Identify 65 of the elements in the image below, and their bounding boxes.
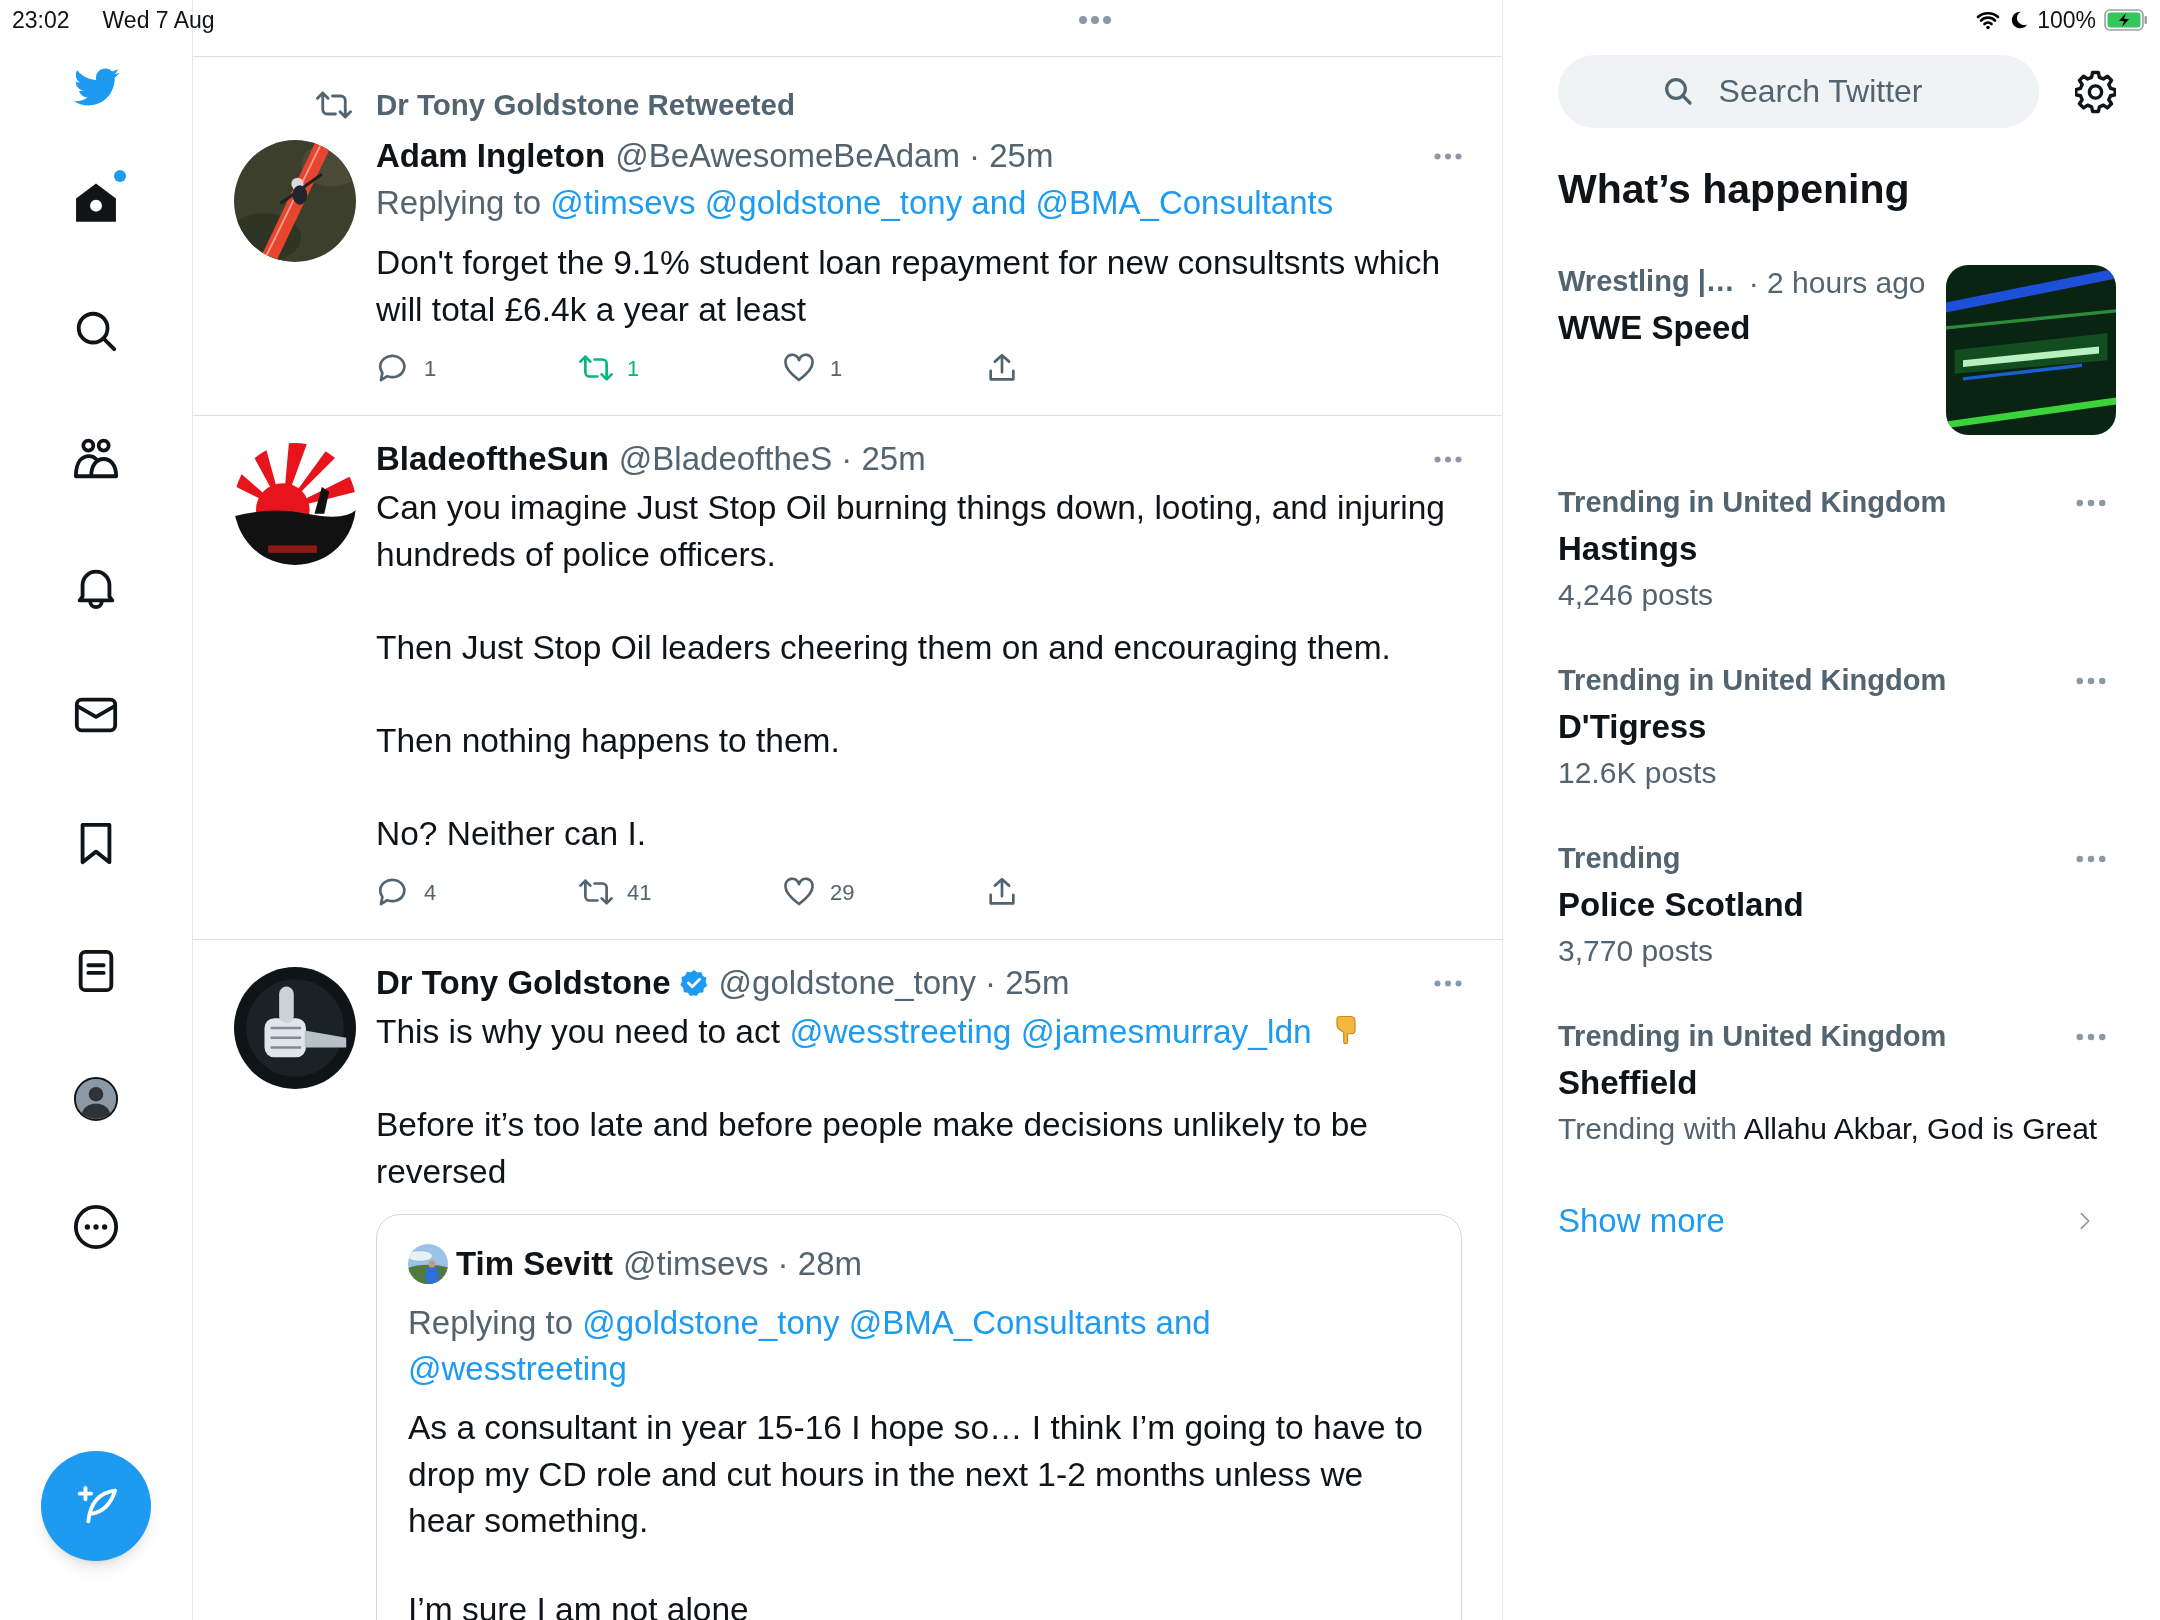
tweet-text: No? Neither can I. [376,814,647,854]
trend-detail: 3,770 posts [1558,933,1714,969]
more-options-icon[interactable] [2076,677,2106,685]
tweet-text: Then Just Stop Oil leaders cheering them on and encouraging them. [376,628,1392,668]
author-name[interactable]: Adam Ingleton [376,131,606,181]
more-icon[interactable] [73,1204,119,1250]
author-name[interactable]: BladeoftheSun [376,434,609,484]
status-time: 23:02 [12,5,70,35]
retweet-count: 1 [627,354,640,383]
search-field[interactable]: Search Twitter [1558,55,2039,128]
author-name[interactable]: Dr Tony Goldstone [376,958,671,1008]
more-options-icon[interactable] [1434,979,1462,987]
trend-detail: 4,246 posts [1558,577,1714,613]
more-options-icon[interactable] [1434,455,1462,463]
status-date: Wed 7 Aug [102,5,215,35]
reply-count: 4 [424,878,437,907]
tweet-text: As a consultant in year 15-16 I hope so… I think I’m going to have to drop my CD role and cut hours in the next 1-2 months unless we hear something. [408,1408,1424,1541]
trend-item[interactable]: Trending in United Kingdom D'Tigress 12.6K posts [1558,658,2116,796]
trend-time: · 2 hours ago [1748,264,1926,301]
reply-count: 1 [424,354,437,383]
moon-icon [2009,9,2030,31]
trend-title: Sheffield [1558,1063,1699,1103]
more-options-icon[interactable] [1434,152,1462,160]
tweet-text: This is why you need to act @wesstreeting @jamesmurray_ldn [376,1008,1462,1055]
handle-and-time: @BeAwesomeBeAdam · 25m [615,136,1054,177]
retweeted-by-label: Dr Tony Goldstone Retweeted [376,86,796,123]
trend-detail: 12.6K posts [1558,755,1717,791]
trend-item[interactable]: Trending Police Scotland 3,770 posts [1558,836,2116,974]
trend-title: Hastings [1558,529,1699,569]
trend-title: D'Tigress [1558,707,1708,747]
trend-item[interactable]: Wrestling |… · 2 hours ago WWE Speed [1558,259,2116,435]
author-name[interactable]: Tim Sevitt [456,1239,614,1289]
settings-icon[interactable] [2075,68,2116,115]
handle-and-time: @goldstone_tony · 25m [718,963,1070,1004]
heart-count: 29 [830,878,855,907]
multitask-dots-icon[interactable] [1077,15,1112,25]
tweet-text: Can you imagine Just Stop Oil burning things down, looting, and injuring hundreds of police officers. [376,488,1446,575]
trend-title: WWE Speed [1558,308,1752,348]
retweet-count: 41 [627,878,652,907]
tweet-text: Before it’s too late and before people make decisions unlikely to be reversed [376,1105,1369,1192]
heart-count: 1 [830,354,843,383]
battery-percentage: 100% [2037,5,2096,35]
handle-and-time: @timsevs · 28m [623,1244,862,1285]
replying-to-line: Replying to @timsevs @goldstone_tony and @BMA_Consultants [376,183,1335,223]
more-options-icon[interactable] [2076,499,2106,507]
trend-category: Trending [1558,841,1681,877]
trend-title: Police Scotland [1558,885,1805,925]
trend-category: Wrestling |… [1558,264,1735,300]
trend-category: Trending in United Kingdom [1558,485,1947,521]
trend-category: Trending in United Kingdom [1558,1019,1947,1055]
tweet-text: Then nothing happens to them. [376,721,841,761]
battery-icon [2104,9,2148,31]
more-options-icon[interactable] [2076,855,2106,863]
trend-item[interactable]: Trending in United Kingdom Hastings 4,246 posts [1558,480,2116,618]
trend-category: Trending in United Kingdom [1558,663,1947,699]
quoted-tweet-card[interactable] [376,1214,1462,1620]
replying-to-line: Replying to @goldstone_tony @BMA_Consultants and @wesstreeting [408,1303,1212,1389]
profile-icon[interactable] [73,1076,119,1122]
tweet-text: Don't forget the 9.1% student loan repayment for new consultsnts which will total £6.4k a year at least [376,243,1442,330]
more-options-icon[interactable] [2076,1033,2106,1041]
trend-item[interactable]: Trending in United Kingdom Sheffield Trending with Allahu Akbar, God is Great [1558,1014,2116,1152]
trend-detail: Trending with Allahu Akbar, God is Great [1558,1111,2098,1147]
handle-and-time: @BladeoftheS · 25m [618,439,926,480]
section-heading: What’s happening [1558,166,1911,212]
search-icon [1662,75,1694,107]
